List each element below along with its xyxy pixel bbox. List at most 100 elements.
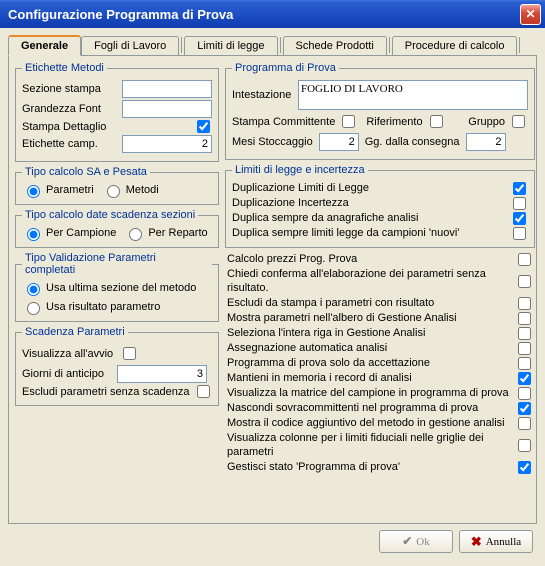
legend-limiti: Limiti di legge e incertezza [232,164,368,176]
riferimento-checkbox[interactable] [430,115,443,128]
window-title: Configurazione Programma di Prova [8,7,520,22]
label-mantieni-memoria: Mantieni in memoria i record di analisi [227,371,514,385]
label-colonne-fiduciali: Visualizza colonne per i limiti fiducial… [227,431,514,459]
tab-schede[interactable]: Schede Prodotti [283,36,387,55]
annulla-button-label: Annulla [486,536,521,548]
stampa-dettaglio-checkbox[interactable] [197,120,210,133]
tab-generale[interactable]: Generale [8,35,81,56]
tab-separator [389,37,390,53]
label-giorni-anticipo: Giorni di anticipo [22,368,117,380]
label-grandezza-font: Grandezza Font [22,103,122,115]
legend-programma: Programma di Prova [232,62,339,74]
escludi-senza-scadenza-checkbox[interactable] [197,385,210,398]
etichette-camp-input[interactable] [122,135,212,153]
label-gestisci-stato: Gestisci stato 'Programma di prova' [227,460,514,474]
mostra-albero-checkbox[interactable] [518,312,531,325]
legend-tipo-calcolo-date: Tipo calcolo date scadenza sezioni [22,209,198,221]
radio-usa-ultima[interactable]: Usa ultima sezione del metodo [22,280,196,296]
group-tipo-calcolo-sa: Tipo calcolo SA e Pesata Parametri Metod… [15,166,219,205]
label-assegnazione-auto: Assegnazione automatica analisi [227,341,514,355]
legend-scadenza: Scadenza Parametri [22,326,128,338]
giorni-anticipo-input[interactable] [117,365,207,383]
tab-separator [280,37,281,53]
tab-panel-generale: Etichette Metodi Sezione stampa Grandezz… [8,56,537,524]
calcolo-prezzi-checkbox[interactable] [518,253,531,266]
label-intestazione: Intestazione [232,89,298,101]
label-dup-limiti: Duplicazione Limiti di Legge [232,181,509,195]
label-dup-campioni-nuovi: Duplica sempre limiti legge da campioni … [232,226,509,240]
seleziona-riga-checkbox[interactable] [518,327,531,340]
radio-per-campione[interactable]: Per Campione [22,225,116,241]
group-scadenza-parametri: Scadenza Parametri Visualizza all'avvio … [15,326,219,406]
close-icon[interactable]: ✕ [520,4,541,25]
stampa-committente-field: Stampa Committente [232,112,358,131]
tab-bar: Generale Fogli di Lavoro Limiti di legge… [8,34,537,56]
tab-fogli[interactable]: Fogli di Lavoro [81,36,179,55]
solo-accettazione-checkbox[interactable] [518,357,531,370]
group-tipo-calcolo-date: Tipo calcolo date scadenza sezioni Per C… [15,209,219,248]
label-solo-accettazione: Programma di prova solo da accettazione [227,356,514,370]
label-stampa-committente: Stampa Committente [232,116,335,128]
legend-tipo-validazione: Tipo Validazione Parametri completati [22,252,212,276]
radio-usa-risultato[interactable]: Usa risultato parametro [22,299,160,315]
label-chiedi-conferma: Chiedi conferma all'elaborazione dei par… [227,267,514,295]
label-seleziona-riga: Seleziona l'intera riga in Gestione Anal… [227,326,514,340]
ok-button-label: Ok [416,536,429,548]
label-dup-incertezza: Duplicazione Incertezza [232,196,509,210]
annulla-button[interactable]: ✖ Annulla [459,530,533,553]
label-nascondi-sovracomm: Nascondi sovracommittenti nel programma … [227,401,514,415]
sezione-stampa-input[interactable] [122,80,212,98]
riferimento-field: Riferimento [366,112,445,131]
tab-procedure[interactable]: Procedure di calcolo [392,36,518,55]
dup-anagrafiche-checkbox[interactable] [513,212,526,225]
tab-limiti[interactable]: Limiti di legge [184,36,277,55]
codice-aggiuntivo-checkbox[interactable] [518,417,531,430]
label-mostra-albero: Mostra parametri nell'albero di Gestione… [227,311,514,325]
group-limiti-legge: Limiti di legge e incertezza Duplicazion… [225,164,535,248]
label-dup-anagrafiche: Duplica sempre da anagrafiche analisi [232,211,509,225]
mantieni-memoria-checkbox[interactable] [518,372,531,385]
dup-incertezza-checkbox[interactable] [513,197,526,210]
cancel-icon: ✖ [471,534,482,550]
label-escludi-stampa: Escludi da stampa i parametri con risult… [227,296,514,310]
group-etichette-metodi: Etichette Metodi Sezione stampa Grandezz… [15,62,219,162]
gg-consegna-input[interactable] [466,133,506,151]
label-visualizza-matrice: Visualizza la matrice del campione in pr… [227,386,514,400]
titlebar: Configurazione Programma di Prova ✕ [0,0,545,28]
radio-per-reparto[interactable]: Per Reparto [124,225,207,241]
nascondi-sovracomm-checkbox[interactable] [518,402,531,415]
gruppo-checkbox[interactable] [512,115,525,128]
group-tipo-validazione: Tipo Validazione Parametri completati Us… [15,252,219,322]
label-stampa-dettaglio: Stampa Dettaglio [22,121,193,133]
radio-parametri[interactable]: Parametri [22,182,94,198]
intestazione-input[interactable] [298,80,528,110]
assegnazione-auto-checkbox[interactable] [518,342,531,355]
label-calcolo-prezzi: Calcolo prezzi Prog. Prova [227,252,514,266]
label-escludi-senza-scadenza: Escludi parametri senza scadenza [22,386,193,398]
gestisci-stato-checkbox[interactable] [518,461,531,474]
chiedi-conferma-checkbox[interactable] [518,275,531,288]
label-codice-aggiuntivo: Mostra il codice aggiuntivo del metodo i… [227,416,514,430]
escludi-stampa-checkbox[interactable] [518,297,531,310]
dup-limiti-checkbox[interactable] [513,182,526,195]
visualizza-avvio-checkbox[interactable] [123,347,136,360]
label-riferimento: Riferimento [366,116,422,128]
dup-campioni-nuovi-checkbox[interactable] [513,227,526,240]
radio-metodi[interactable]: Metodi [102,182,159,198]
ok-button[interactable]: ✔ Ok [379,530,453,553]
legend-tipo-calcolo-sa: Tipo calcolo SA e Pesata [22,166,150,178]
colonne-fiduciali-checkbox[interactable] [518,439,531,452]
group-programma-prova: Programma di Prova Intestazione Stampa C… [225,62,535,160]
grandezza-font-input[interactable] [122,100,212,118]
tab-separator [181,37,182,53]
label-sezione-stampa: Sezione stampa [22,83,122,95]
legend-etichette-metodi: Etichette Metodi [22,62,107,74]
tab-separator [519,37,520,53]
label-gg-consegna: Gg. dalla consegna [365,136,460,148]
mesi-stoccaggio-input[interactable] [319,133,359,151]
stampa-committente-checkbox[interactable] [342,115,355,128]
visualizza-matrice-checkbox[interactable] [518,387,531,400]
label-visualizza-avvio: Visualizza all'avvio [22,348,113,360]
check-icon: ✔ [402,534,412,549]
client-area: Generale Fogli di Lavoro Limiti di legge… [0,28,545,561]
